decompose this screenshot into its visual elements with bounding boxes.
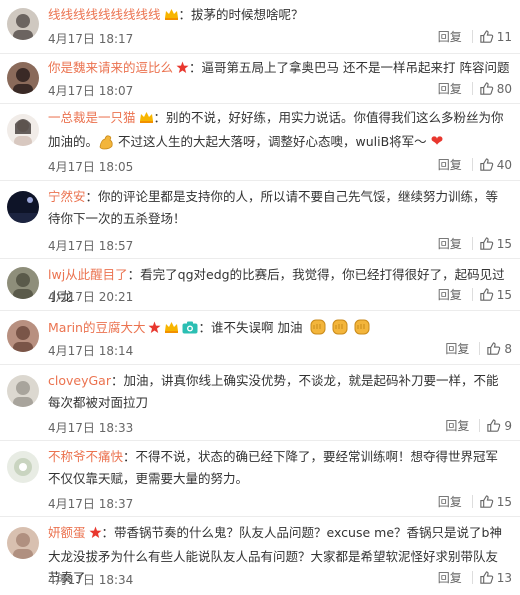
like-button[interactable]: 13 <box>479 570 512 585</box>
like-button[interactable]: 11 <box>479 29 512 44</box>
like-button[interactable]: 9 <box>486 418 512 433</box>
like-count: 9 <box>504 418 512 433</box>
username-link[interactable]: 你是魏来请来的逗比么 <box>48 60 173 75</box>
thumbs-up-icon <box>480 158 493 171</box>
avatar[interactable] <box>7 62 39 94</box>
vip-badge-icon[interactable] <box>164 6 179 28</box>
red-star-badge-icon[interactable] <box>148 319 161 341</box>
vip-badge-icon[interactable] <box>139 109 154 131</box>
divider <box>471 30 473 43</box>
avatar[interactable] <box>7 267 39 299</box>
username-link[interactable]: 妍额蛋 <box>48 525 86 540</box>
like-count: 80 <box>496 81 512 96</box>
thumbs-up-icon <box>480 495 493 508</box>
username-link[interactable]: lwj从此醒目了 <box>48 267 128 282</box>
comment-time: 4月17日 18:17 <box>48 32 134 46</box>
comment-time: 4月17日 18:07 <box>48 84 134 98</box>
username-link[interactable]: 线线线线线线线线线 <box>48 7 161 22</box>
comment-item: 你是魏来请来的逗比么 ：逼哥第五局上了拿奥巴马 还不是一样吊起来打 阵容问题 4月… <box>0 54 520 104</box>
like-count: 40 <box>496 157 512 172</box>
like-count: 8 <box>504 341 512 356</box>
avatar[interactable] <box>7 191 39 223</box>
comment-item: 线线线线线线线线线 ：拔茅的时候想啥呢？ 4月17日 18:17 回复 11 <box>0 0 520 54</box>
avatar[interactable] <box>7 375 39 407</box>
thumbs-up-icon <box>480 571 493 584</box>
reply-button[interactable]: 回复 <box>438 156 462 173</box>
reply-button[interactable]: 回复 <box>438 235 462 252</box>
like-button[interactable]: 80 <box>479 81 512 96</box>
avatar[interactable] <box>7 114 39 146</box>
thumbs-up-icon <box>480 82 493 95</box>
username-link[interactable]: 不称爷不痛快 <box>48 449 123 464</box>
reply-button[interactable]: 回复 <box>438 80 462 97</box>
comment-item: 不称爷不痛快：不得不说，状态的确已经下降了，要经常训练啊！想夺得世界冠军不仅仅靠… <box>0 441 520 517</box>
reply-button[interactable]: 回复 <box>445 417 469 434</box>
username-link[interactable]: 宁然安 <box>48 189 86 204</box>
divider <box>479 342 481 355</box>
flexed-arm-emoji-icon <box>98 134 116 157</box>
comment-time: 4月17日 18:37 <box>48 497 134 511</box>
like-button[interactable]: 15 <box>479 494 512 509</box>
username-link[interactable]: Marin的豆腐大大 <box>48 320 145 335</box>
comment-text: ：谁不失误啊 加油 <box>198 320 303 335</box>
reply-button[interactable]: 回复 <box>438 493 462 510</box>
comment-text: ：你的评论里都是支持你的人，所以请不要自己先气馁，继续努力训练，等待你下一次的五… <box>48 189 499 226</box>
comment-list: 线线线线线线线线线 ：拔茅的时候想啥呢？ 4月17日 18:17 回复 11 你是… <box>0 0 520 595</box>
divider <box>471 288 473 301</box>
comment-item: Marin的豆腐大大 ：谁不失误啊 加油 4月17日 18:14 回复 8 <box>0 311 520 365</box>
like-count: 15 <box>496 287 512 302</box>
thumbs-up-icon <box>480 237 493 250</box>
divider <box>471 495 473 508</box>
divider <box>471 82 473 95</box>
comment-item: cloveyGar：加油，讲真你线上确实没优势，不谈龙，就是起码补刀要一样，不能… <box>0 365 520 441</box>
reply-button[interactable]: 回复 <box>438 28 462 45</box>
thumbs-up-icon <box>487 342 501 355</box>
vip-badge-icon[interactable] <box>164 319 179 341</box>
camera-badge-icon[interactable] <box>182 319 198 341</box>
comment-time: 4月17日 18:34 <box>48 573 134 587</box>
comment-item: lwj从此醒目了：看完了qg对edg的比赛后，我觉得，你已经打得很好了，起码见过… <box>0 259 520 311</box>
reply-button[interactable]: 回复 <box>438 286 462 303</box>
like-button[interactable]: 15 <box>479 287 512 302</box>
avatar[interactable] <box>7 451 39 483</box>
comment-item: 妍额蛋 ：带香锅节奏的什么鬼？队友人品问题？excuse me？香锅只是说了b神大… <box>0 517 520 595</box>
like-count: 15 <box>496 236 512 251</box>
red-star-badge-icon[interactable] <box>89 524 102 546</box>
like-button[interactable]: 40 <box>479 157 512 172</box>
thumbs-up-icon <box>487 419 501 432</box>
comment-time: 4月17日 20:21 <box>48 290 134 304</box>
avatar[interactable] <box>7 8 39 40</box>
divider <box>471 237 473 250</box>
comment-item: 一总裁是一只猫 ：别的不说，好好练，用实力说话。你值得我们这么多粉丝为你加油的。不… <box>0 104 520 181</box>
comment-text: ：逼哥第五局上了拿奥巴马 还不是一样吊起来打 阵容问题 <box>189 60 510 75</box>
avatar[interactable] <box>7 527 39 559</box>
username-link[interactable]: 一总裁是一只猫 <box>48 110 136 125</box>
like-button[interactable]: 15 <box>479 236 512 251</box>
divider <box>471 158 473 171</box>
reply-button[interactable]: 回复 <box>445 340 469 357</box>
divider <box>471 571 473 584</box>
like-count: 15 <box>496 494 512 509</box>
heart-emoji-icon: ❤ <box>430 131 444 150</box>
comment-time: 4月17日 18:33 <box>48 421 134 435</box>
thumbs-up-icon <box>480 30 493 43</box>
like-count: 13 <box>496 570 512 585</box>
thumbs-up-icon <box>480 288 493 301</box>
comment-item: 宁然安：你的评论里都是支持你的人，所以请不要自己先气馁，继续努力训练，等待你下一… <box>0 181 520 259</box>
comment-time: 4月17日 18:14 <box>48 344 134 358</box>
avatar[interactable] <box>7 320 39 352</box>
like-count: 11 <box>496 29 512 44</box>
comment-time: 4月17日 18:57 <box>48 239 134 253</box>
comment-text-cont: 不过这人生的大起大落呀，调整好心态噢，wuliB将军～ <box>118 133 427 149</box>
reply-button[interactable]: 回复 <box>438 569 462 586</box>
comment-time: 4月17日 18:05 <box>48 160 134 174</box>
like-button[interactable]: 8 <box>486 341 512 356</box>
username-link[interactable]: cloveyGar <box>48 373 111 388</box>
comment-text: ：拔茅的时候想啥呢？ <box>178 7 304 22</box>
comment-text: ：加油，讲真你线上确实没优势，不谈龙，就是起码补刀要一样，不能每次都被对面拉刀 <box>48 373 499 410</box>
divider <box>479 419 481 432</box>
red-star-badge-icon[interactable] <box>176 59 189 81</box>
